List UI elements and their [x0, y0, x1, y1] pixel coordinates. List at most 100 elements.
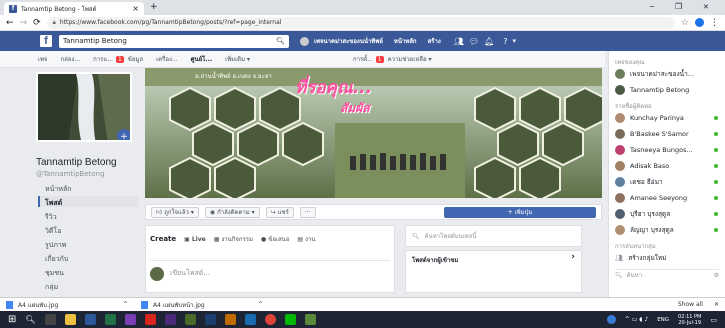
visitor-posts-box[interactable]: โพสต์จากผู้เข้าชม › — [405, 250, 582, 293]
chrome-icon[interactable] — [264, 314, 276, 325]
tab-close-button[interactable]: × — [132, 4, 139, 13]
chat-contact[interactable]: Tasneeya Bungos... — [609, 143, 725, 157]
app-icon[interactable] — [124, 314, 136, 325]
left-nav-reviews[interactable]: รีวิว — [45, 212, 57, 223]
url-field[interactable]: 🔒︎ https://www.facebook.com/pg/Tannamtip… — [46, 16, 675, 29]
premiere-icon[interactable] — [164, 314, 176, 325]
chat-search-input[interactable]: 🔍︎ ค้นหา ⚙ — [615, 269, 719, 280]
event-button[interactable]: ▦ งานกิจกรรม — [214, 234, 253, 244]
acrobat-icon[interactable] — [144, 314, 156, 325]
online-indicator — [714, 132, 718, 136]
chat-contact[interactable]: Adisak Baso — [609, 159, 725, 173]
excel-icon[interactable] — [104, 314, 116, 325]
app-icon[interactable] — [304, 314, 316, 325]
search-page-posts-input[interactable]: 🔍︎ ค้นหาโพสต์บนเพจนี้ — [405, 225, 582, 247]
chat-contact[interactable]: ลัญญา บุรงสุดูล — [609, 223, 725, 237]
menu-dots-icon[interactable]: ⋮ — [710, 18, 719, 28]
liked-button[interactable]: 👍︎ ถูกใจแล้ว ▾ — [151, 206, 199, 218]
left-nav-about[interactable]: เกี่ยวกับ — [45, 254, 68, 265]
new-tab-button[interactable]: + — [150, 2, 158, 12]
help-icon[interactable]: ? — [503, 37, 507, 46]
line-icon[interactable] — [284, 314, 296, 325]
pagenav-item-inbox[interactable]: กล่อง... — [61, 54, 81, 64]
pagenav-item-page[interactable]: เพจ — [38, 54, 48, 64]
left-nav-groups[interactable]: กลุ่ม — [45, 282, 58, 293]
create-post-box: Create ▣ Live ▦ งานกิจกรรม ● ข้อเสนอ ▤ งาน เ… — [145, 225, 395, 293]
app-icon[interactable] — [244, 314, 256, 325]
chat-contact[interactable]: บุรีฮา บุรงสุดูล — [609, 207, 725, 221]
maximize-button[interactable]: ❐ — [675, 2, 682, 11]
language-indicator[interactable]: ENG — [657, 317, 669, 323]
live-button[interactable]: ▣ Live — [184, 236, 206, 243]
chat-contact[interactable]: B'Baskee S'Samor — [609, 127, 725, 141]
header-home-link[interactable]: หน้าหลัก — [394, 36, 417, 46]
chat-page-item[interactable]: Tannamtip Betong — [609, 83, 725, 97]
user-tray-icon[interactable] — [606, 315, 616, 324]
offer-button[interactable]: ● ข้อเสนอ — [261, 234, 289, 244]
notification-badge: 1 — [115, 55, 124, 63]
star-icon[interactable]: ☆ — [681, 18, 689, 28]
show-all-button[interactable]: Show all — [678, 301, 703, 308]
notification-center-icon[interactable]: ▭ — [710, 316, 717, 324]
left-nav-photos[interactable]: รูปภาพ — [45, 240, 66, 251]
chat-contact[interactable]: เดชอ ธีอ่มา — [609, 175, 725, 189]
pagenav-item-more[interactable]: เพิ่มเติม ▾ — [225, 54, 250, 64]
share-button[interactable]: ↪ แชร์ — [265, 206, 294, 218]
dreamweaver-icon[interactable] — [184, 314, 196, 325]
illustrator-icon[interactable] — [224, 314, 236, 325]
more-button[interactable]: ··· — [299, 206, 316, 218]
task-view-icon[interactable] — [44, 314, 56, 325]
header-create-link[interactable]: สร้าง — [428, 36, 441, 46]
left-nav-community[interactable]: ชุมชน — [45, 268, 64, 279]
tray-icons[interactable]: ^ ▭ ◖ ♪ — [625, 316, 648, 323]
photoshop-icon[interactable] — [204, 314, 216, 325]
left-nav-home[interactable]: หน้าหลัก — [45, 184, 71, 195]
search-icon[interactable]: 🔍︎ — [276, 37, 285, 45]
browser-tab[interactable]: f Tannamtip Betong - โพสต์ × — [4, 2, 144, 15]
pagenav-item-center[interactable]: ศูนย์โ... — [191, 54, 213, 64]
pagenav-help[interactable]: ความช่วยเหลือ ▾ — [388, 54, 432, 64]
chat-contact[interactable]: Kunchay Parinya — [609, 111, 725, 125]
create-group-button[interactable]: 👥︎ สร้างกลุ่มใหม่ — [609, 251, 725, 265]
messenger-icon[interactable]: 💬︎ — [469, 37, 479, 46]
pagenav-settings[interactable]: การตั้... — [353, 54, 373, 64]
add-button[interactable]: + เพิ่มปุ่ม — [444, 206, 596, 218]
clock[interactable]: 02:11 PM 20-Jul-19 — [678, 314, 701, 326]
chevron-up-icon[interactable]: ^ — [123, 301, 128, 308]
facebook-logo[interactable]: f — [40, 35, 52, 47]
minimize-button[interactable]: ─ — [650, 3, 654, 11]
download-item-2[interactable]: A4 แผ่นพับหน้า.jpg — [153, 300, 253, 310]
close-downloads-button[interactable]: ✕ — [714, 301, 719, 308]
left-nav-posts[interactable]: โพสต์ — [45, 198, 62, 209]
friend-requests-icon[interactable]: 👥︎ — [454, 37, 464, 46]
facebook-search-input[interactable]: Tannamtip Betong 🔍︎ — [59, 34, 289, 48]
profile-picture[interactable]: + — [36, 72, 132, 142]
left-nav-videos[interactable]: วิดีโอ — [45, 226, 61, 237]
settings-icon[interactable]: ⚙ — [714, 272, 719, 279]
notifications-icon[interactable]: 🔔︎ — [484, 37, 494, 46]
file-explorer-icon[interactable] — [64, 314, 76, 325]
chat-page-item[interactable]: เพจนาคม่าสะของน้ำ... — [609, 67, 725, 81]
search-icon[interactable]: 🔍︎ — [25, 315, 35, 324]
write-post-input[interactable]: เขียนโพสต์... — [150, 260, 390, 282]
pagenav-item-tools[interactable]: เครื่อง... — [156, 54, 178, 64]
windows-start-icon[interactable]: ⊞ — [8, 314, 16, 325]
chevron-up-icon[interactable]: ^ — [258, 301, 263, 308]
profile-avatar-icon[interactable] — [695, 18, 704, 27]
account-menu-icon[interactable]: ▾ — [512, 37, 516, 45]
page-action-bar: 👍︎ ถูกใจแล้ว ▾ ◉ กำลังติดตาม ▾ ↪ แชร์ ··· +… — [145, 204, 602, 220]
chat-contact[interactable]: Amanee Seeyong — [609, 191, 725, 205]
close-window-button[interactable]: ✕ — [703, 3, 709, 11]
pagenav-item-info[interactable]: ข้อมูล — [128, 54, 143, 64]
back-icon[interactable]: ← — [6, 18, 14, 28]
following-button[interactable]: ◉ กำลังติดตาม ▾ — [204, 206, 260, 218]
download-item-1[interactable]: A4 แผ่นพับ.jpg — [18, 300, 118, 310]
job-button[interactable]: ▤ งาน — [297, 234, 315, 244]
forward-icon[interactable]: → — [20, 18, 28, 28]
cover-photo[interactable]: ล.ถ่านน้ำทิพย์ อ.เบตง จ.ยะลา ที่รอคุณ...… — [145, 68, 602, 198]
online-indicator — [714, 212, 718, 216]
reload-icon[interactable]: ⟳ — [33, 18, 41, 28]
header-page-link[interactable]: เพจนาคม่าสะของนนํ่าทิพย์ — [314, 36, 383, 46]
word-icon[interactable] — [84, 314, 96, 325]
pagenav-item-manage[interactable]: การแ... — [93, 54, 113, 64]
